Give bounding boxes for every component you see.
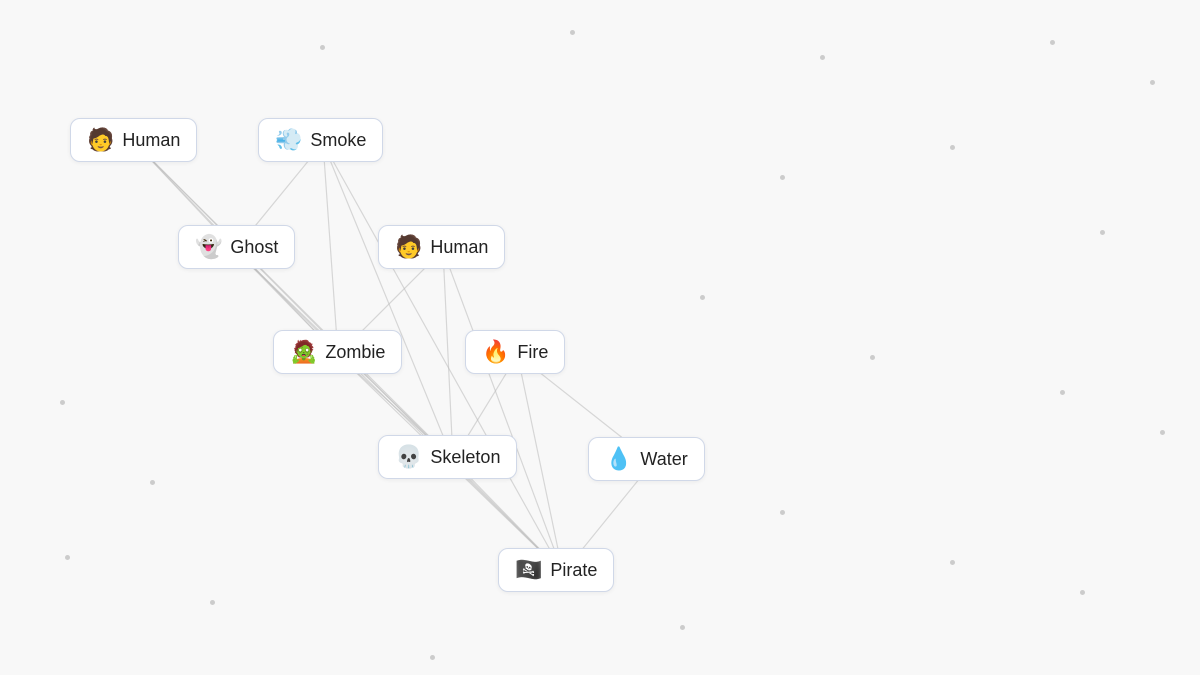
element-label: Fire	[517, 342, 548, 363]
element-label: Ghost	[230, 237, 278, 258]
element-emoji: 🧟	[290, 341, 317, 363]
decorative-dot	[870, 355, 875, 360]
element-node-zombie[interactable]: 🧟 Zombie	[273, 330, 402, 374]
element-emoji: 🔥	[482, 341, 509, 363]
decorative-dot	[950, 145, 955, 150]
decorative-dot	[1060, 390, 1065, 395]
connection-line	[135, 143, 453, 460]
decorative-dot	[780, 175, 785, 180]
decorative-dot	[60, 400, 65, 405]
decorative-dot	[65, 555, 70, 560]
connection-line	[443, 250, 563, 573]
connection-line	[443, 250, 453, 460]
decorative-dot	[210, 600, 215, 605]
element-emoji: 💀	[395, 446, 422, 468]
decorative-dot	[1160, 430, 1165, 435]
element-node-water[interactable]: 💧 Water	[588, 437, 705, 481]
decorative-dot	[570, 30, 575, 35]
element-emoji: 👻	[195, 236, 222, 258]
decorative-dot	[950, 560, 955, 565]
decorative-dot	[680, 625, 685, 630]
element-label: Pirate	[550, 560, 597, 581]
element-node-ghost[interactable]: 👻 Ghost	[178, 225, 295, 269]
element-label: Human	[430, 237, 488, 258]
element-emoji: 🏴‍☠️	[515, 559, 542, 581]
element-node-human1[interactable]: 🧑 Human	[70, 118, 197, 162]
element-label: Smoke	[310, 130, 366, 151]
element-emoji: 💨	[275, 129, 302, 151]
element-emoji: 🧑	[87, 129, 114, 151]
element-label: Human	[122, 130, 180, 151]
element-emoji: 💧	[605, 448, 632, 470]
element-label: Water	[640, 449, 687, 470]
decorative-dot	[320, 45, 325, 50]
decorative-dot	[1050, 40, 1055, 45]
element-node-smoke[interactable]: 💨 Smoke	[258, 118, 383, 162]
element-node-skeleton[interactable]: 💀 Skeleton	[378, 435, 517, 479]
element-label: Skeleton	[430, 447, 500, 468]
decorative-dot	[1080, 590, 1085, 595]
decorative-dot	[780, 510, 785, 515]
decorative-dot	[150, 480, 155, 485]
element-node-fire[interactable]: 🔥 Fire	[465, 330, 565, 374]
decorative-dot	[700, 295, 705, 300]
element-node-pirate[interactable]: 🏴‍☠️ Pirate	[498, 548, 614, 592]
connection-line	[236, 250, 564, 573]
connection-line	[323, 143, 338, 355]
connection-line	[518, 355, 564, 573]
decorative-dot	[1150, 80, 1155, 85]
decorative-dot	[820, 55, 825, 60]
element-emoji: 🧑	[395, 236, 422, 258]
decorative-dot	[1100, 230, 1105, 235]
decorative-dot	[430, 655, 435, 660]
connection-line	[323, 143, 453, 460]
element-node-human2[interactable]: 🧑 Human	[378, 225, 505, 269]
element-label: Zombie	[325, 342, 385, 363]
